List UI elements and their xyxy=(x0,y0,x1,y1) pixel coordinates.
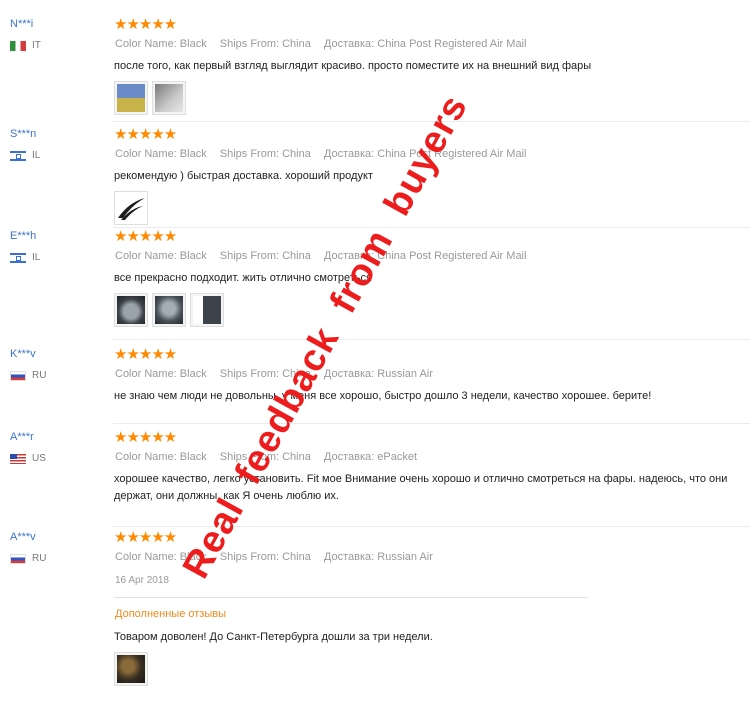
headlight-eyebrow-icon xyxy=(118,198,145,220)
delivery-method: Доставка: China Post Registered Air Mail xyxy=(323,148,527,160)
review-date: 16 Apr 2018 xyxy=(115,575,169,586)
review-photos xyxy=(114,652,152,686)
reviewer-country: RU xyxy=(10,553,46,564)
reviewer-name[interactable]: K***v xyxy=(10,348,36,360)
review-meta: Color Name: Black Ships From: China Дост… xyxy=(115,451,427,463)
delivery-method: Доставка: China Post Registered Air Mail xyxy=(323,38,527,50)
delivery-method: Доставка: China Post Registered Air Mail xyxy=(323,250,527,262)
reviewer-country: IL xyxy=(10,252,40,263)
divider xyxy=(114,597,588,598)
star-rating: ★★★★★ xyxy=(114,529,177,546)
country-code: US xyxy=(32,453,46,464)
review-meta: Color Name: Black Ships From: China Дост… xyxy=(115,250,536,262)
review-meta: Color Name: Black Ships From: China Дост… xyxy=(115,38,536,50)
ships-from: Ships From: China xyxy=(219,250,311,262)
delivery-method: Доставка: ePacket xyxy=(323,451,418,463)
review-text: не знаю чем люди не довольны, у меня все… xyxy=(114,390,652,402)
color-name: Color Name: Black xyxy=(115,38,207,50)
reviewer-country: IT xyxy=(10,40,41,51)
ships-from: Ships From: China xyxy=(219,551,311,563)
country-code: IT xyxy=(32,40,41,51)
flag-il-icon xyxy=(10,252,26,263)
reviewer-name[interactable]: N***i xyxy=(10,18,33,30)
reviewer-country: RU xyxy=(10,370,46,381)
reviewer-name[interactable]: A***r xyxy=(10,431,34,443)
review-item: S***n IL ★★★★★ Color Name: Black Ships F… xyxy=(0,126,750,228)
country-code: RU xyxy=(32,553,47,564)
ships-from: Ships From: China xyxy=(219,451,311,463)
star-rating: ★★★★★ xyxy=(114,228,177,245)
flag-ru-icon xyxy=(10,553,26,564)
color-name: Color Name: Black xyxy=(115,148,207,160)
review-text: после того, как первый взгляд выглядит к… xyxy=(114,60,592,72)
color-name: Color Name: Black xyxy=(115,451,207,463)
delivery-method: Доставка: Russian Air xyxy=(323,551,433,563)
star-rating: ★★★★★ xyxy=(114,16,177,33)
ships-from: Ships From: China xyxy=(219,368,311,380)
color-name: Color Name: Black xyxy=(115,551,207,563)
review-meta: Color Name: Black Ships From: China Дост… xyxy=(115,368,443,380)
review-text: хорошее качество, легко установить. Fit … xyxy=(114,473,728,502)
review-photo-thumbnail[interactable] xyxy=(152,293,186,327)
reviewer-name[interactable]: S***n xyxy=(10,128,36,140)
review-meta: Color Name: Black Ships From: China Дост… xyxy=(115,148,536,160)
review-item: K***v RU ★★★★★ Color Name: Black Ships F… xyxy=(0,346,750,424)
ships-from: Ships From: China xyxy=(219,148,311,160)
review-item: E***h IL ★★★★★ Color Name: Black Ships F… xyxy=(0,228,750,340)
flag-ru-icon xyxy=(10,370,26,381)
review-item: A***r US ★★★★★ Color Name: Black Ships F… xyxy=(0,429,750,527)
reviewer-name[interactable]: A***v xyxy=(10,531,36,543)
country-code: IL xyxy=(32,150,41,161)
review-text: Товаром доволен! До Санкт-Петербурга дош… xyxy=(114,631,433,643)
review-photos xyxy=(114,191,152,225)
country-code: RU xyxy=(32,370,47,381)
review-photo-thumbnail[interactable] xyxy=(114,191,148,225)
additional-feedback-label: Дополненные отзывы xyxy=(115,608,226,620)
country-code: IL xyxy=(32,252,41,263)
color-name: Color Name: Black xyxy=(115,250,207,262)
star-rating: ★★★★★ xyxy=(114,126,177,143)
review-photo-thumbnail[interactable] xyxy=(114,652,148,686)
flag-it-icon xyxy=(10,40,26,51)
review-item: A***v RU ★★★★★ Color Name: Black Ships F… xyxy=(0,529,750,701)
color-name: Color Name: Black xyxy=(115,368,207,380)
review-meta: Color Name: Black Ships From: China Дост… xyxy=(115,551,443,563)
review-text: рекомендую ) быстрая доставка. хороший п… xyxy=(114,170,373,182)
review-photo-thumbnail[interactable] xyxy=(114,293,148,327)
review-text: все прекрасно подходит. жить отлично смо… xyxy=(114,272,372,284)
review-photo-thumbnail[interactable] xyxy=(114,81,148,115)
reviewer-country: IL xyxy=(10,150,40,161)
flag-il-icon xyxy=(10,150,26,161)
reviewer-name[interactable]: E***h xyxy=(10,230,36,242)
delivery-method: Доставка: Russian Air xyxy=(323,368,433,380)
review-item: N***i IT ★★★★★ Color Name: Black Ships F… xyxy=(0,16,750,122)
review-photos xyxy=(114,293,228,327)
review-photo-thumbnail[interactable] xyxy=(152,81,186,115)
star-rating: ★★★★★ xyxy=(114,429,177,446)
flag-us-icon xyxy=(10,453,26,464)
ships-from: Ships From: China xyxy=(219,38,311,50)
reviewer-country: US xyxy=(10,453,46,464)
star-rating: ★★★★★ xyxy=(114,346,177,363)
review-photos xyxy=(114,81,190,115)
review-photo-thumbnail[interactable] xyxy=(190,293,224,327)
